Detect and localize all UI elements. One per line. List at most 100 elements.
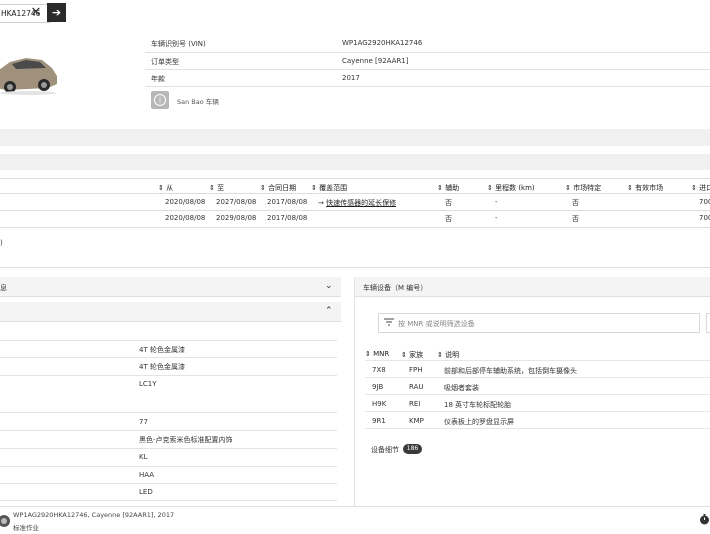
row1-contract: 2017/08/08: [267, 198, 308, 206]
divider: [0, 430, 337, 431]
equipment-panel: [354, 277, 710, 507]
footer-vehicle-line: WP1AG2920HKA12746, Cayenne [92AAR1], 201…: [13, 511, 175, 519]
option-value: 4T 轮色金属漆: [139, 346, 185, 354]
row2-market-specific: 否: [572, 215, 579, 223]
divider: [0, 483, 337, 484]
col-header-market-specific[interactable]: ⇕ 市场特定: [565, 183, 601, 193]
row1-import: 700: [699, 198, 710, 206]
equip-family: REI: [409, 400, 421, 408]
col-header-valid-market[interactable]: ⇕ 有效市场: [627, 183, 663, 193]
option-value: 77: [139, 418, 148, 426]
equipment-count-badge: 186: [403, 444, 422, 454]
col-header-mnr[interactable]: ⇕ MNR: [365, 350, 389, 358]
clear-icon[interactable]: ✕: [28, 4, 44, 22]
equip-desc: 仪表板上的罗盘显示屏: [444, 418, 514, 426]
vin-label: 车辆识别号 (VIN): [151, 40, 206, 48]
left-panel-title: 息: [0, 284, 7, 292]
row1-from: 2020/08/08: [165, 198, 206, 206]
row2-from: 2020/08/08: [165, 214, 206, 222]
info-button[interactable]: i: [151, 91, 169, 109]
option-value: KL: [139, 453, 148, 461]
col-header-import[interactable]: ⇕ 进口: [691, 183, 710, 193]
equipment-panel-title: 车辆设备（M 编号）: [363, 284, 428, 292]
col-header-family[interactable]: ⇕ 家族: [401, 350, 423, 360]
chevron-up-icon[interactable]: ⌃: [325, 306, 333, 316]
row1-assist: 否: [445, 199, 452, 207]
san-bao-label: San Bao 车辆: [177, 98, 219, 106]
divider: [0, 210, 710, 211]
divider: [365, 360, 710, 361]
info-icon: i: [154, 94, 166, 106]
order-type-label: 订单类型: [151, 58, 179, 66]
row1-coverage-link[interactable]: → 快速传感器的延长保修: [318, 198, 396, 208]
row1-km: -: [495, 198, 498, 206]
filter-placeholder: 按 MNR 或说明筛选设备: [398, 320, 475, 328]
row2-contract: 2017/08/08: [267, 214, 308, 222]
divider: [145, 69, 710, 70]
col-header-contract-date[interactable]: ⇕ 合同日期: [260, 183, 296, 193]
equipment-details-link[interactable]: 设备细节: [371, 445, 399, 455]
equip-desc: 吸烟者套装: [444, 384, 479, 392]
divider: [0, 227, 710, 228]
col-header-assist[interactable]: ⇕ 辅助: [437, 183, 459, 193]
row2-km: -: [495, 214, 498, 222]
equip-family: KMP: [409, 417, 424, 425]
equip-family: RAU: [409, 383, 424, 391]
row1-market-specific: 否: [572, 199, 579, 207]
divider: [365, 411, 710, 412]
vehicle-image: [0, 58, 57, 95]
option-value: LC1Y: [139, 380, 157, 388]
vehicle-thumbnail-icon: [0, 515, 10, 527]
divider: [145, 86, 710, 87]
divider: [365, 428, 710, 429]
divider: [0, 178, 710, 179]
col-header-coverage[interactable]: ⇕ 覆盖范围: [311, 183, 347, 193]
option-value: 黑色-卢克索米色标准配置内饰: [139, 436, 233, 444]
row2-assist: 否: [445, 215, 452, 223]
partial-label: ): [0, 239, 3, 247]
col-header-description[interactable]: ⇕ 说明: [437, 350, 459, 360]
row1-to: 2027/08/08: [216, 198, 257, 206]
divider: [0, 375, 337, 376]
order-type-value: Cayenne [92AAR1]: [342, 57, 409, 65]
divider: [0, 193, 710, 194]
section-bar: [0, 129, 710, 146]
filter-icon: [384, 318, 394, 326]
divider: [0, 466, 337, 467]
row2-to: 2029/08/08: [216, 214, 257, 222]
divider: [0, 340, 337, 341]
option-value: 4T 轮色金属漆: [139, 363, 185, 371]
divider: [365, 394, 710, 395]
divider: [145, 52, 710, 53]
left-panel-header[interactable]: [0, 277, 341, 297]
divider: [0, 357, 337, 358]
equip-family: FPH: [409, 366, 423, 374]
equip-mnr: H9K: [372, 400, 387, 408]
timer-icon[interactable]: [699, 514, 710, 525]
row2-import: 700: [699, 214, 710, 222]
option-value: HAA: [139, 471, 155, 479]
divider: [365, 377, 710, 378]
filter-button[interactable]: [706, 313, 710, 333]
option-value: LED: [139, 488, 153, 496]
chevron-down-icon[interactable]: ⌄: [325, 281, 333, 291]
equip-mnr: 9JB: [372, 383, 384, 391]
arrow-right-icon: ➔: [51, 6, 62, 19]
divider: [0, 448, 337, 449]
equip-mnr: 7X8: [372, 366, 386, 374]
col-header-mileage[interactable]: ⇕ 里程数 (km): [487, 183, 535, 193]
model-year-label: 年款: [151, 75, 165, 83]
search-submit-button[interactable]: ➔: [47, 3, 66, 22]
section-bar: [0, 154, 710, 170]
equip-mnr: 9R1: [372, 417, 386, 425]
equip-desc: 18 英寸车轮标配轮胎: [444, 401, 512, 409]
equip-desc: 前部和后部停车辅助系统，包括倒车摄像头: [444, 367, 577, 375]
vin-value: WP1AG2920HKA12746: [342, 39, 423, 47]
divider: [0, 412, 337, 413]
left-subpanel-header[interactable]: [0, 302, 341, 322]
footer-status: 标准作业: [13, 524, 39, 532]
divider: [0, 500, 337, 501]
col-header-to[interactable]: ⇕ 至: [209, 183, 224, 193]
col-header-from[interactable]: ⇕ 从: [158, 183, 173, 193]
model-year-value: 2017: [342, 74, 360, 82]
